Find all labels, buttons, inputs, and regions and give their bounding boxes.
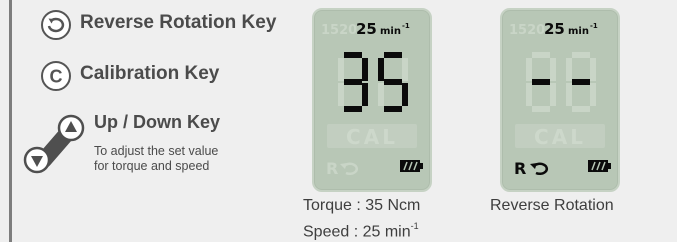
segment-a	[384, 52, 402, 58]
calibration-icon[interactable]: C	[40, 60, 72, 92]
cal-indicator: CAL	[534, 125, 586, 149]
segment-d	[532, 106, 550, 112]
segment-e	[378, 83, 384, 106]
segment-g	[572, 79, 590, 85]
calibration-key-label: Calibration Key	[80, 63, 220, 84]
speed-value: 25	[356, 20, 377, 38]
calibration-glyph: C	[50, 67, 63, 87]
segment-g	[384, 79, 402, 85]
up-down-key-description-line1: To adjust the set value	[94, 144, 219, 158]
segment-e	[526, 83, 532, 106]
segment-a	[344, 52, 362, 58]
up-down-key-description-line2: for torque and speed	[94, 159, 210, 173]
cal-indicator: CAL	[346, 125, 398, 149]
segment-c	[362, 83, 368, 106]
left-divider	[9, 0, 12, 242]
segment-c	[590, 83, 596, 106]
segment-f	[526, 58, 532, 81]
segment-f	[378, 58, 384, 81]
caption-torque: Torque : 35 Ncm	[303, 197, 421, 214]
up-down-key-label: Up / Down Key	[94, 112, 221, 132]
segment-b	[590, 58, 596, 81]
caption-speed-text: Speed : 25 min	[303, 223, 411, 241]
segment-d	[344, 106, 362, 112]
segment-c	[402, 83, 408, 106]
segment-g	[532, 79, 550, 85]
reverse-r-indicator: R	[514, 159, 526, 178]
segment-e	[566, 83, 572, 106]
segment-c	[550, 83, 556, 106]
caption-speed: Speed : 25 min-1	[303, 217, 419, 242]
lcd-digit-2	[566, 52, 596, 112]
reverse-rotation-icon[interactable]	[40, 9, 72, 41]
speed-exponent: -1	[590, 22, 598, 30]
reverse-arrow-indicator	[340, 162, 359, 176]
segment-b	[362, 58, 368, 81]
speed-exponent: -1	[402, 22, 410, 30]
segment-d	[384, 106, 402, 112]
lcd-display-reverse: 1520 25 min -1 CAL R	[500, 8, 620, 192]
dim-speed-digits: 1520	[509, 23, 545, 38]
segment-f	[338, 58, 344, 81]
reverse-r-indicator: R	[326, 159, 338, 178]
up-down-key-icon[interactable]	[20, 112, 88, 174]
battery-icon	[400, 160, 423, 172]
lcd-display-torque: 1520 25 min -1 CAL R	[312, 8, 432, 192]
speed-unit: min	[380, 26, 401, 37]
dim-speed-digits: 1520	[321, 23, 357, 38]
caption-reverse-rotation: Reverse Rotation	[490, 197, 614, 214]
segment-f	[566, 58, 572, 81]
segment-g	[344, 79, 362, 85]
speed-value: 25	[544, 20, 565, 38]
reverse-rotation-key-label: Reverse Rotation Key	[80, 12, 277, 33]
battery-icon	[588, 160, 611, 172]
lcd-digit-1	[338, 52, 368, 112]
segment-d	[572, 106, 590, 112]
reverse-arrow-indicator	[530, 162, 549, 176]
lcd-digit-2	[378, 52, 408, 112]
segment-e	[338, 83, 344, 106]
segment-a	[572, 52, 590, 58]
lcd-digit-1	[526, 52, 556, 112]
segment-b	[550, 58, 556, 81]
segment-b	[402, 58, 408, 81]
speed-unit: min	[568, 26, 589, 37]
segment-a	[532, 52, 550, 58]
caption-speed-exponent: -1	[410, 221, 419, 231]
